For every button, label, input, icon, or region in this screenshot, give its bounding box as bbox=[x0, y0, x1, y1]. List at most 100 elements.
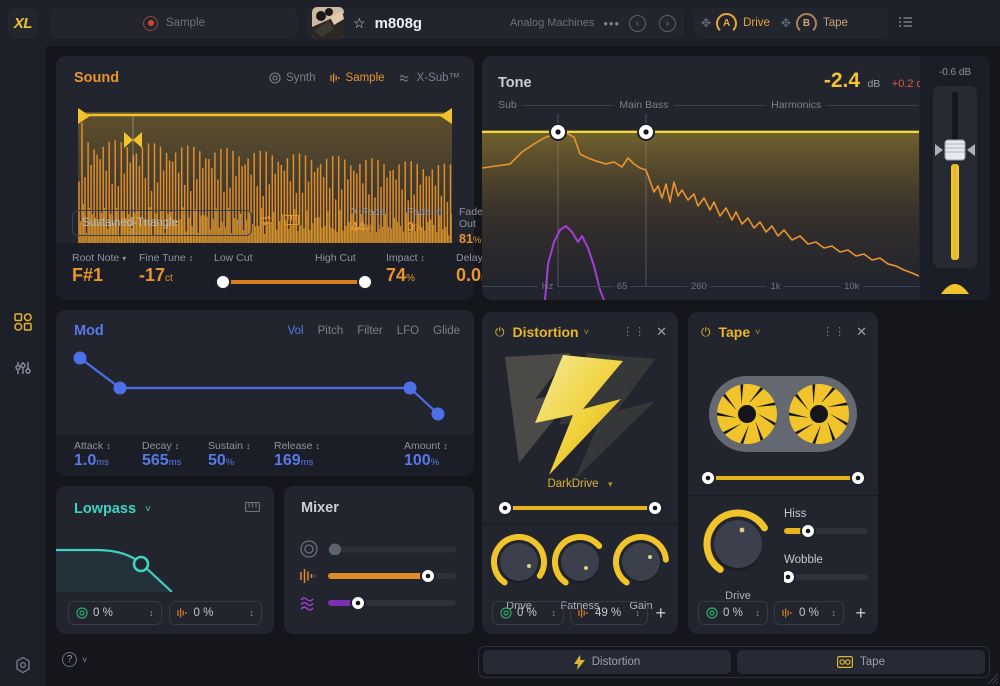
freq-tick-65: 65 bbox=[613, 281, 632, 292]
help-button[interactable]: ? ˅ bbox=[62, 652, 87, 667]
grip-icon[interactable]: ⋮⋮ bbox=[822, 330, 846, 335]
tab-pitch[interactable]: Pitch bbox=[318, 325, 344, 337]
sample-record-section[interactable]: Sample bbox=[50, 8, 298, 38]
fadein-label: Fade In bbox=[407, 206, 443, 218]
macro-b[interactable]: B Tape bbox=[796, 13, 848, 34]
power-icon[interactable]: ⏻ bbox=[495, 325, 505, 340]
macro-b-ring[interactable]: B bbox=[796, 13, 817, 34]
distortion-name[interactable]: Distortion bbox=[513, 324, 579, 340]
tab-synth[interactable]: Synth bbox=[269, 72, 315, 84]
favorite-star-icon[interactable]: ☆ bbox=[353, 15, 366, 32]
plugin-window: XL Sample ☆ m808g Analog Machines ••• bbox=[0, 0, 1000, 686]
pack-name: Analog Machines bbox=[510, 17, 594, 29]
preset-name[interactable]: m808g bbox=[375, 15, 501, 32]
decay-field[interactable]: Decay↕ 565ms bbox=[142, 440, 181, 470]
tab-glide[interactable]: Glide bbox=[433, 325, 460, 337]
tape-vel-mod[interactable]: 0 % ↕ bbox=[774, 601, 844, 625]
keyboard-icon[interactable] bbox=[245, 500, 260, 518]
close-icon[interactable]: ✕ bbox=[656, 324, 667, 340]
question-icon[interactable]: ? bbox=[62, 652, 77, 667]
lowpass-env-mod[interactable]: 0 % ↕ bbox=[68, 601, 162, 625]
amount-field[interactable]: Amount↕ 100% bbox=[404, 440, 448, 470]
preset-artwork bbox=[312, 7, 344, 39]
chevron-down-icon[interactable]: ˅ bbox=[145, 504, 151, 515]
tape-drive-knob[interactable]: Drive bbox=[702, 508, 774, 602]
grip-icon[interactable]: ⋮⋮ bbox=[622, 330, 646, 335]
tone-section-mainbass: Main Bass bbox=[613, 99, 674, 111]
preset-section[interactable]: ☆ m808g Analog Machines ••• ‹ › bbox=[306, 8, 684, 38]
settings-gear-icon[interactable] bbox=[11, 653, 35, 677]
sample-select[interactable]: Sustained-Triangle ▾ bbox=[72, 210, 252, 236]
release-unit: ms bbox=[301, 457, 314, 468]
sustain-field[interactable]: Sustain↕ 50% bbox=[208, 440, 251, 470]
mixer-row-sample[interactable] bbox=[300, 567, 460, 585]
xfade-unit: % bbox=[365, 223, 373, 234]
tab-filter[interactable]: Filter bbox=[357, 325, 383, 337]
chevron-down-icon[interactable]: ˅ bbox=[755, 327, 760, 337]
tab-vol[interactable]: Vol bbox=[288, 325, 304, 337]
attack-field[interactable]: Attack↕ 1.0ms bbox=[74, 440, 111, 470]
tone-section-sub: Sub bbox=[498, 99, 523, 111]
distortion-algorithm[interactable]: DarkDrive ▾ bbox=[482, 474, 678, 492]
distortion-header: ⏻ Distortion ˅ ⋮⋮ ✕ bbox=[495, 324, 667, 340]
close-icon[interactable]: ✕ bbox=[856, 324, 867, 340]
fadein-spinner[interactable]: ↕ bbox=[426, 222, 431, 232]
distortion-env-mod[interactable]: 0 % ↕ bbox=[492, 601, 564, 625]
sustain-value: 50 bbox=[208, 452, 226, 469]
resize-handle[interactable] bbox=[984, 670, 998, 684]
mixer-row-xsub[interactable] bbox=[300, 594, 460, 612]
distortion-vel-mod[interactable]: 49 % ↕ bbox=[570, 601, 648, 625]
macro-a-ring[interactable]: A bbox=[716, 13, 737, 34]
macro-b-move-icon[interactable]: ✥ bbox=[781, 16, 791, 30]
fx-module-distortion: ⏻ Distortion ˅ ⋮⋮ ✕ DarkDrive ▾ bbox=[482, 312, 678, 634]
tape-env-mod[interactable]: 0 % ↕ bbox=[698, 601, 768, 625]
freq-tick-hz: Hz bbox=[538, 281, 558, 292]
cut-range-slider[interactable] bbox=[214, 274, 374, 290]
plus-icon[interactable]: + bbox=[655, 603, 670, 624]
next-preset-button[interactable]: › bbox=[659, 15, 676, 32]
lowpass-vel-mod[interactable]: 0 % ↕ bbox=[169, 601, 263, 625]
loop-icon[interactable] bbox=[259, 214, 274, 230]
tab-lfo[interactable]: LFO bbox=[397, 325, 419, 337]
macro-a[interactable]: A Drive bbox=[716, 13, 770, 34]
release-field[interactable]: Release↕ 169ms bbox=[274, 440, 320, 470]
mod-tabs: Vol Pitch Filter LFO Glide bbox=[288, 325, 460, 337]
tone-level-readout: -2.4 dB +0.2 dB bbox=[824, 69, 930, 93]
tab-xsub[interactable]: X-Sub™ bbox=[399, 72, 460, 84]
macro-a-move-icon[interactable]: ✥ bbox=[701, 16, 711, 30]
mixer-row-synth[interactable] bbox=[300, 540, 460, 558]
output-fader[interactable] bbox=[933, 86, 977, 273]
fx-slot-tape[interactable]: Tape bbox=[737, 650, 985, 674]
fx-slot-distortion[interactable]: Distortion bbox=[483, 650, 731, 674]
impact-field[interactable]: Impact↕ 74% bbox=[386, 252, 425, 286]
tape-name[interactable]: Tape bbox=[719, 324, 751, 340]
tab-sample[interactable]: Sample bbox=[330, 72, 385, 84]
sidebar-item-browser[interactable] bbox=[11, 310, 35, 334]
prev-preset-button[interactable]: ‹ bbox=[629, 15, 646, 32]
envelope-editor[interactable] bbox=[56, 346, 474, 434]
mod-title: Mod bbox=[74, 323, 104, 339]
tape-wobble-control[interactable]: Wobble bbox=[784, 554, 868, 589]
tone-spectrum-display[interactable]: Hz 65 260 1k 10k bbox=[482, 114, 919, 300]
plus-icon[interactable]: + bbox=[855, 603, 870, 624]
chevron-down-icon[interactable]: ˅ bbox=[82, 655, 87, 665]
more-options-icon[interactable]: ••• bbox=[603, 16, 620, 31]
root-note-field[interactable]: Root Note▾ F#1 bbox=[72, 252, 126, 286]
power-icon[interactable]: ⏻ bbox=[701, 325, 711, 340]
chevron-down-icon[interactable]: ˅ bbox=[584, 327, 589, 337]
keyboard-icon[interactable] bbox=[284, 214, 299, 229]
xfade-field[interactable]: X-Fade 44% ↕ bbox=[351, 206, 385, 234]
tape-hiss-control[interactable]: Hiss bbox=[784, 508, 868, 543]
decay-label: Decay bbox=[142, 440, 172, 452]
lowpass-mod-footer: 0 % ↕ 0 % ↕ bbox=[68, 601, 262, 625]
xfade-spinner[interactable]: ↕ bbox=[377, 222, 382, 232]
distortion-range-slider[interactable] bbox=[496, 500, 664, 521]
fine-tune-field[interactable]: Fine Tune↕ -17ct bbox=[139, 252, 193, 286]
lowpass-title[interactable]: Lowpass bbox=[74, 501, 136, 517]
fadein-field[interactable]: Fade In 0% ↕ bbox=[407, 206, 443, 234]
tape-range-slider[interactable] bbox=[699, 470, 867, 491]
list-icon[interactable] bbox=[898, 16, 913, 31]
lowpass-curve-display[interactable] bbox=[56, 530, 274, 592]
sidebar-item-mixer[interactable] bbox=[11, 356, 35, 380]
record-dot-icon[interactable] bbox=[143, 16, 158, 31]
